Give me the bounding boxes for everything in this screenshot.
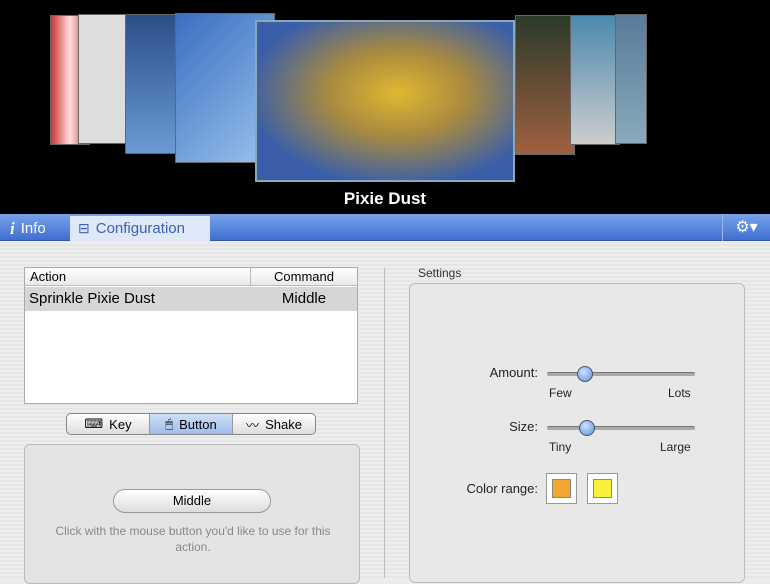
- preview-card[interactable]: [515, 15, 575, 155]
- preview-card-selected[interactable]: [255, 20, 515, 182]
- size-label: Size:: [509, 419, 538, 434]
- info-icon: i: [10, 218, 15, 238]
- amount-label: Amount:: [489, 365, 538, 380]
- hint-text: Click with the mouse button you'd like t…: [55, 524, 331, 554]
- button-panel: Middle Click with the mouse button you'd…: [24, 444, 360, 584]
- command-cell: Middle: [281, 290, 327, 307]
- segment-key[interactable]: ⌨ Key: [67, 414, 150, 434]
- tab-info[interactable]: i Info: [2, 216, 54, 241]
- tab-bar: i Info ⊟ Configuration ⚙▾: [0, 214, 770, 241]
- color-range-label: Color range:: [466, 481, 538, 496]
- tab-label: Info: [20, 220, 46, 237]
- gear-menu-button[interactable]: ⚙▾: [722, 214, 770, 241]
- segment-shake[interactable]: 〰 Shake: [233, 414, 315, 434]
- tab-label: Configuration: [95, 220, 185, 237]
- configuration-icon: ⊟: [78, 220, 90, 236]
- size-slider[interactable]: [547, 420, 695, 436]
- divider: [384, 268, 385, 578]
- segment-button[interactable]: 🖱 Button: [150, 414, 233, 434]
- slider-knob[interactable]: [578, 420, 595, 436]
- color-swatch: [593, 479, 612, 498]
- amount-slider[interactable]: [547, 366, 695, 382]
- gear-icon: ⚙▾: [735, 219, 758, 236]
- actions-table[interactable]: Action Command Sprinkle Pixie Dust Middl…: [24, 267, 358, 404]
- screensaver-title: Pixie Dust: [343, 189, 427, 208]
- amount-min-label: Few: [549, 386, 572, 400]
- trigger-type-control: ⌨ Key 🖱 Button 〰 Shake: [66, 413, 316, 435]
- mouse-button-field[interactable]: Middle: [113, 489, 271, 513]
- amount-max-label: Lots: [668, 386, 691, 400]
- keyboard-icon: ⌨: [84, 416, 104, 431]
- color-well-start[interactable]: [546, 473, 577, 504]
- size-min-label: Tiny: [549, 440, 572, 454]
- color-swatch: [552, 479, 571, 498]
- preview-card[interactable]: [615, 14, 647, 144]
- shake-icon: 〰: [246, 417, 260, 433]
- segment-label: Button: [179, 416, 217, 432]
- segment-label: Shake: [265, 416, 302, 432]
- preview-card[interactable]: [570, 15, 620, 145]
- column-header-action[interactable]: Action: [25, 268, 251, 286]
- preview-card[interactable]: [125, 14, 180, 154]
- screensaver-carousel[interactable]: Pixie Dust: [0, 0, 770, 214]
- size-max-label: Large: [660, 440, 691, 454]
- color-well-end[interactable]: [587, 473, 618, 504]
- segment-label: Key: [109, 416, 132, 432]
- settings-title: Settings: [418, 266, 462, 280]
- action-cell: Sprinkle Pixie Dust: [29, 290, 155, 307]
- preview-card[interactable]: [78, 14, 128, 144]
- mouse-icon: 🖱: [165, 416, 174, 431]
- column-header-command[interactable]: Command: [251, 268, 357, 286]
- table-row[interactable]: Sprinkle Pixie Dust Middle: [25, 287, 357, 311]
- tab-configuration[interactable]: ⊟ Configuration: [70, 216, 210, 241]
